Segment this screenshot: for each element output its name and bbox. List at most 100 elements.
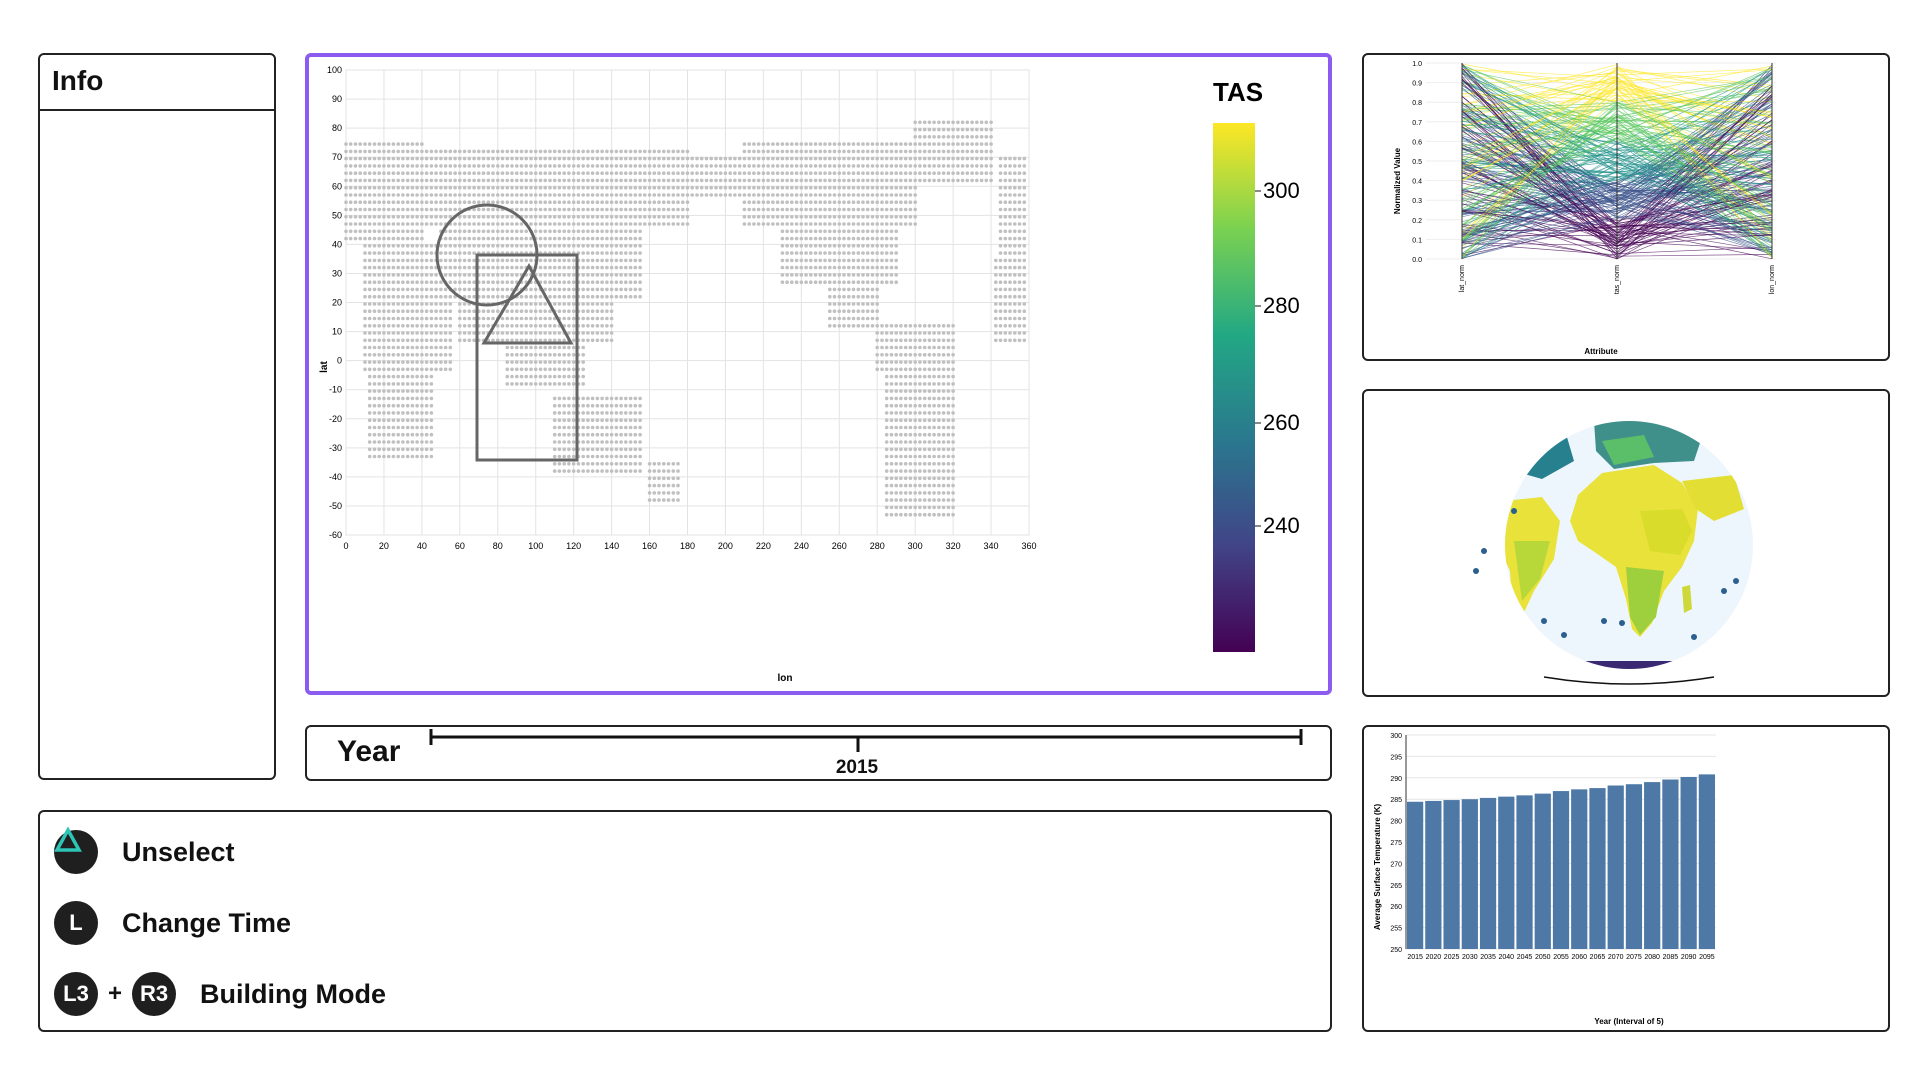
map-y-tick: -40 (329, 472, 342, 482)
parallel-coordinates-panel[interactable]: 1.0 0.9 0.8 0.7 0.6 0.5 0.4 0.3 0.2 0.1 0.0 lat_nor… (1362, 53, 1890, 361)
bar-y-label: Average Surface Temperature (K) (1373, 804, 1382, 931)
colorbar-ticks: 300 280 260 240 (1255, 178, 1300, 538)
year-value: 2015 (835, 757, 879, 778)
map-x-tick: 220 (756, 541, 771, 551)
bar-y-tick: 295 (1390, 754, 1402, 761)
bar-x-tick: 2025 (1444, 954, 1460, 961)
globe-map[interactable] (1364, 391, 1888, 695)
map-y-tick: 50 (332, 210, 342, 220)
info-divider (40, 109, 274, 111)
bar-y-tick: 270 (1390, 861, 1402, 868)
control-change-time: L Change Time (54, 898, 291, 948)
bar-x-tick: 2075 (1626, 954, 1642, 961)
map-y-tick: 10 (332, 327, 342, 337)
bar-y-tick: 285 (1390, 797, 1402, 804)
pc-y-tick: 0.5 (1412, 159, 1422, 166)
bar-y-tick: 280 (1390, 819, 1402, 826)
bar[interactable] (1552, 791, 1570, 949)
bar-y-tick: 250 (1390, 947, 1402, 954)
bar-y-tick: 300 (1390, 733, 1402, 740)
control-unselect: Unselect (54, 827, 235, 877)
bar-y-tick: 265 (1390, 883, 1402, 890)
bar[interactable] (1589, 788, 1606, 949)
map-x-tick: 120 (566, 541, 581, 551)
map-y-tick: -50 (329, 501, 342, 511)
map-x-tick: 180 (680, 541, 695, 551)
pc-y-tick: 0.8 (1412, 100, 1422, 107)
bar[interactable] (1425, 800, 1442, 949)
map-y-tick: 70 (332, 152, 342, 162)
bar-x-tick: 2065 (1590, 954, 1606, 961)
colorbar-tick: 260 (1263, 410, 1300, 435)
bar[interactable] (1644, 782, 1661, 949)
bar[interactable] (1516, 795, 1533, 949)
map-x-tick: 200 (718, 541, 733, 551)
pc-axis-label: lon_norm (1769, 265, 1776, 294)
control-building-mode: L3 + R3 Building Mode (54, 969, 386, 1019)
bar-x-tick: 2095 (1699, 954, 1715, 961)
year-slider-panel[interactable]: Year 2015 (305, 725, 1332, 781)
pc-y-tick: 1.0 (1412, 61, 1422, 68)
globe-panel[interactable] (1362, 389, 1890, 697)
control-label: Change Time (122, 907, 292, 938)
bar-x-label: Year (Interval of 5) (1594, 1017, 1664, 1026)
map-y-tick: 30 (332, 268, 342, 278)
map-x-tick: 320 (946, 541, 961, 551)
map-x-tick: 360 (1021, 541, 1036, 551)
bar-chart-panel[interactable]: 300 295 290 285 280 275 270 265 260 255 250 2015 20… (1362, 725, 1890, 1032)
bar-chart[interactable]: 300295290285280275270265260255250 2015 20… (1364, 727, 1888, 1030)
r3-button-icon: R3 (132, 972, 177, 1016)
l-button-icon: L (54, 901, 98, 945)
bar[interactable] (1607, 785, 1624, 949)
bar[interactable] (1479, 797, 1497, 949)
bar-y-ticks: 300 295 290 285 280 275 270 265 260 255 250 (1390, 733, 1402, 954)
map-x-tick: 260 (832, 541, 847, 551)
parallel-coordinates-chart[interactable]: 1.0 0.9 0.8 0.7 0.6 0.5 0.4 0.3 0.2 0.1 0.0 lat_nor… (1364, 55, 1888, 359)
map-x-tick: 280 (870, 541, 885, 551)
bar-x-tick: 2060 (1571, 954, 1587, 961)
pc-axis-label: lat_norm (1459, 265, 1466, 292)
controls-legend-panel: Unselect L Change Time L3 + R3 Building … (38, 810, 1332, 1032)
bar-x-tick: 2030 (1462, 954, 1478, 961)
map-x-tick: 40 (417, 541, 427, 551)
control-label: Unselect (122, 836, 235, 867)
triangle-icon (54, 827, 82, 852)
map-x-tick: 340 (984, 541, 999, 551)
colorbar-tick: 240 (1263, 513, 1300, 538)
pc-y-tick: 0.3 (1412, 198, 1422, 205)
bar[interactable] (1571, 789, 1588, 949)
pc-y-tick: 0.9 (1412, 81, 1422, 88)
bar[interactable] (1407, 801, 1424, 949)
map-panel[interactable]: 0 20 40 60 80 100 120 140 160 180 200 220 240 260 280 3… (305, 53, 1332, 695)
l3-button-icon: L3 (54, 972, 98, 1016)
map-y-tick: -10 (329, 385, 342, 395)
map-x-tick: 160 (642, 541, 657, 551)
bar-y-tick: 290 (1390, 776, 1402, 783)
bar[interactable] (1625, 784, 1643, 949)
bar-x-tick: 2015 (1407, 954, 1423, 961)
info-title: Info (52, 65, 104, 96)
scatter-map[interactable]: 0 20 40 60 80 100 120 140 160 180 200 220 240 260 280 3… (309, 57, 1328, 691)
map-points[interactable] (344, 120, 1027, 517)
info-panel: Info (38, 53, 276, 780)
bar-x-tick: 2070 (1608, 954, 1624, 961)
bar-series[interactable] (1407, 774, 1715, 949)
year-slider-track[interactable] (307, 727, 1330, 779)
bar-y-tick: 255 (1390, 926, 1402, 933)
map-y-tick: 0 (337, 356, 342, 366)
bar[interactable] (1534, 793, 1551, 949)
bar-y-tick: 275 (1390, 840, 1402, 847)
bar[interactable] (1461, 799, 1478, 949)
map-x-tick: 20 (379, 541, 389, 551)
bar[interactable] (1698, 774, 1715, 949)
map-x-tick: 240 (794, 541, 809, 551)
bar[interactable] (1662, 779, 1679, 949)
map-x-tick: 300 (908, 541, 923, 551)
map-y-tick: 90 (332, 94, 342, 104)
bar[interactable] (1443, 800, 1460, 949)
map-x-ticks: 0 20 40 60 80 100 120 140 160 180 200 220 240 260 280 3… (343, 541, 1036, 551)
map-x-tick: 80 (493, 541, 503, 551)
bar[interactable] (1498, 796, 1515, 949)
pc-y-tick: 0.4 (1412, 179, 1422, 186)
bar[interactable] (1680, 776, 1697, 949)
